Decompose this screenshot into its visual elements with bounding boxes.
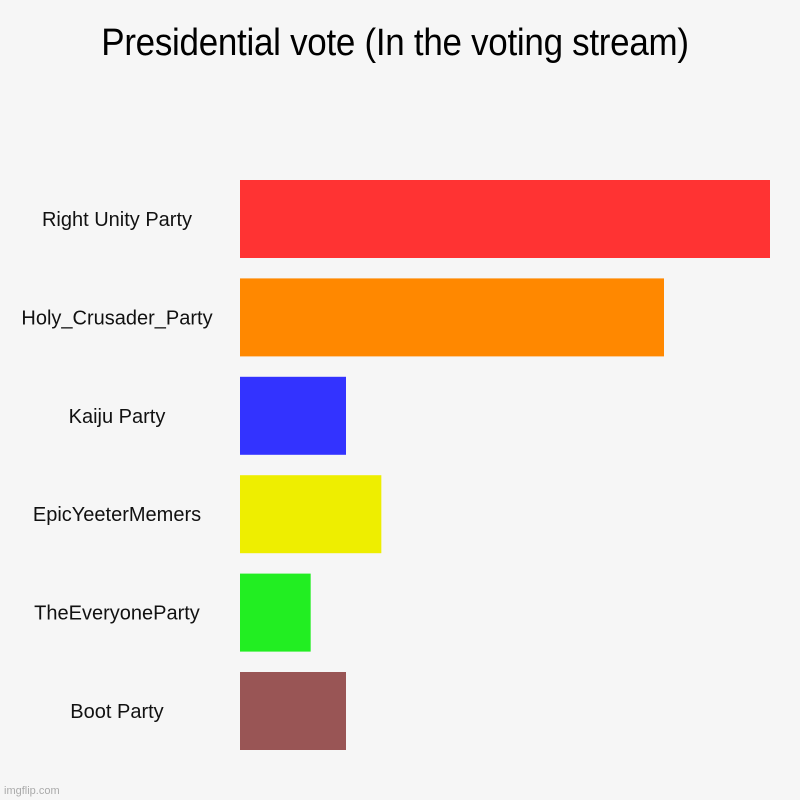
category-label: EpicYeeterMemers <box>33 504 201 526</box>
bar-epicyeetermemers <box>240 475 382 554</box>
category-label: TheEveryoneParty <box>34 603 200 625</box>
bar-boot-party <box>240 672 346 750</box>
bar-theeveryoneparty <box>240 573 311 652</box>
bar-chart: Right Unity Party Holy_Crusader_Party Kaij… <box>21 180 770 750</box>
category-label: Holy_Crusader_Party <box>21 307 212 329</box>
category-label: Kaiju Party <box>69 406 166 428</box>
watermark: imgflip.com <box>4 785 60 797</box>
category-label: Boot Party <box>70 701 163 723</box>
bar-kaiju-party <box>240 376 346 455</box>
bar-right-unity-party <box>240 180 770 258</box>
category-label: Right Unity Party <box>42 209 192 231</box>
bar-holy-crusader-party <box>240 278 664 357</box>
